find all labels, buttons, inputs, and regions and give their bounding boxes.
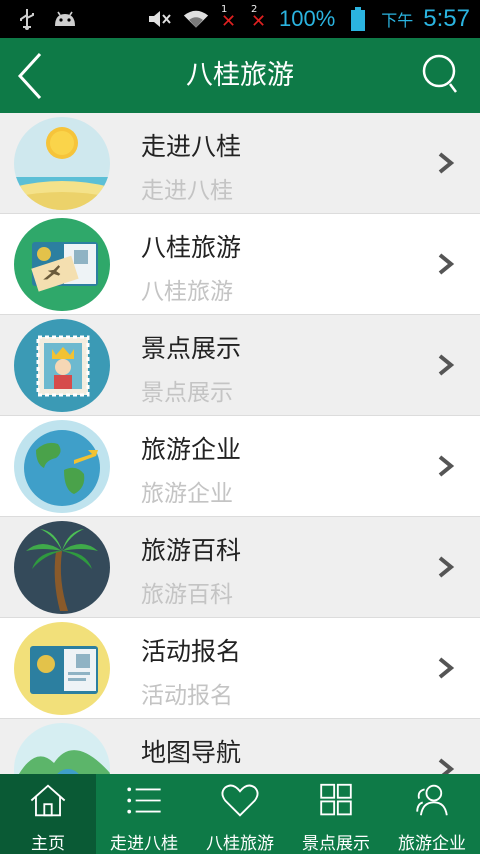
home-icon <box>30 784 66 817</box>
item-title: 景点展示 <box>141 334 242 363</box>
chevron-right-icon <box>436 454 456 478</box>
sim2-no-signal-icon: 2 ✕ <box>250 4 267 32</box>
item-subtitle: 旅游企业 <box>141 481 233 507</box>
passport-icon <box>14 622 110 715</box>
time-ampm: 下午 <box>381 11 414 30</box>
list-item-lvyou-qiye[interactable]: 旅游企业 旅游企业 <box>0 416 480 517</box>
item-title: 旅游百科 <box>141 536 242 565</box>
battery-icon <box>345 6 371 32</box>
item-subtitle: 走进八桂 <box>141 178 233 204</box>
chevron-left-icon <box>17 52 42 100</box>
status-left <box>14 6 78 32</box>
list-item-zoujin-bagui[interactable]: 走进八桂 走进八桂 <box>0 113 480 214</box>
chevron-right-icon <box>436 151 456 175</box>
nav-label: 走进八桂 <box>110 834 178 854</box>
page-title: 八桂旅游 <box>186 60 294 91</box>
grid-icon <box>320 783 352 816</box>
nav-label: 主页 <box>31 834 65 854</box>
search-button[interactable] <box>420 52 466 98</box>
item-subtitle: 活动报名 <box>141 683 233 709</box>
globe-plane-icon <box>14 420 110 513</box>
status-bar: 1 ✕ 2 ✕ 100% 下午 5:57 <box>0 0 480 38</box>
nav-bagui-lvyou[interactable]: 八桂旅游 <box>192 774 288 854</box>
list-item-lvyou-baike[interactable]: 旅游百科 旅游百科 <box>0 517 480 618</box>
wifi-icon <box>183 6 209 32</box>
mute-icon <box>147 6 173 32</box>
palm-tree-icon <box>14 521 110 614</box>
chevron-right-icon <box>436 252 456 276</box>
list-item-bagui-lvyou[interactable]: 八桂旅游 八桂旅游 <box>0 214 480 315</box>
item-title: 旅游企业 <box>141 435 242 464</box>
bottom-navigation: 主页 走进八桂 八桂旅游 景点展示 旅游企业 <box>0 774 480 854</box>
chevron-right-icon <box>436 555 456 579</box>
item-title: 地图导航 <box>141 738 242 767</box>
map-hills-icon <box>14 723 110 774</box>
stamp-king-icon <box>14 319 110 412</box>
usb-icon <box>14 6 40 32</box>
nav-home[interactable]: 主页 <box>0 774 96 854</box>
clock: 5:57 <box>423 5 470 32</box>
list-icon <box>127 787 161 814</box>
nav-label: 旅游企业 <box>398 834 466 854</box>
nav-label: 景点展示 <box>302 834 370 854</box>
back-button[interactable] <box>12 48 52 104</box>
status-right: 1 ✕ 2 ✕ 100% 下午 5:57 <box>147 0 470 38</box>
search-icon <box>422 54 457 93</box>
users-icon <box>416 784 448 816</box>
heart-icon <box>221 784 259 817</box>
item-title: 活动报名 <box>141 637 242 666</box>
item-title: 八桂旅游 <box>141 233 242 262</box>
passport-ticket-icon <box>14 218 110 311</box>
sim1-no-signal-icon: 1 ✕ <box>220 4 237 32</box>
nav-label: 八桂旅游 <box>206 834 274 854</box>
app-header: 八桂旅游 <box>0 38 480 113</box>
chevron-right-icon <box>436 757 456 774</box>
beach-sun-icon <box>14 117 110 210</box>
nav-lvyou-qiye[interactable]: 旅游企业 <box>384 774 480 854</box>
item-title: 走进八桂 <box>141 132 242 161</box>
item-subtitle: 八桂旅游 <box>141 279 233 305</box>
android-icon <box>52 6 78 32</box>
item-subtitle: 旅游百科 <box>141 582 233 608</box>
item-subtitle: 景点展示 <box>141 380 233 406</box>
nav-jingdian-zhanshi[interactable]: 景点展示 <box>288 774 384 854</box>
chevron-right-icon <box>436 656 456 680</box>
list-item-jingdian-zhanshi[interactable]: 景点展示 景点展示 <box>0 315 480 416</box>
battery-percentage: 100% <box>278 6 336 31</box>
list-item-ditu-daohang[interactable]: 地图导航 <box>0 719 480 774</box>
nav-zoujin-bagui[interactable]: 走进八桂 <box>96 774 192 854</box>
list-item-huodong-baoming[interactable]: 活动报名 活动报名 <box>0 618 480 719</box>
menu-list: 走进八桂 走进八桂 八桂旅游 八桂旅游 景点展示 景点展示 旅游企业 旅游企业 <box>0 113 480 774</box>
chevron-right-icon <box>436 353 456 377</box>
